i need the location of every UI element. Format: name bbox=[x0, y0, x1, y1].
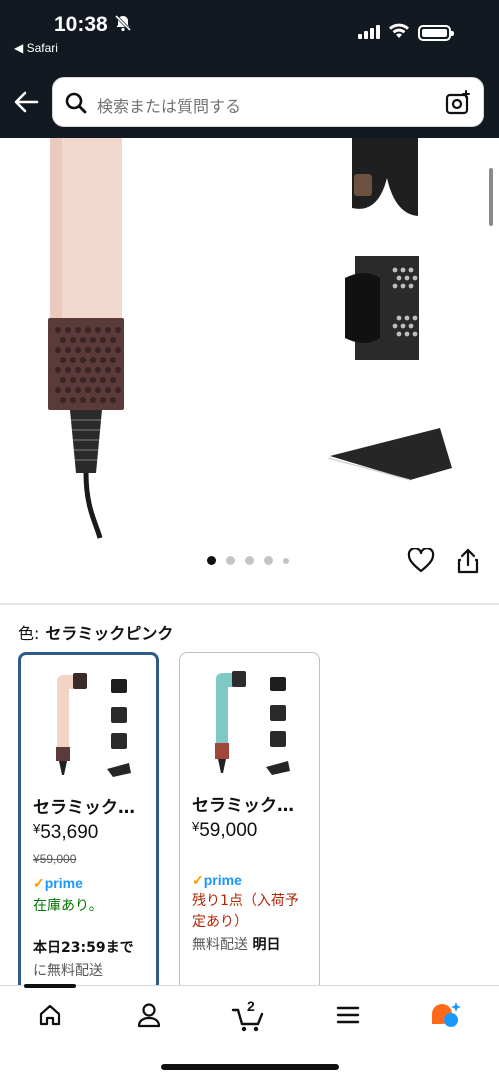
pagination-dot[interactable] bbox=[207, 556, 216, 565]
image-pagination[interactable] bbox=[207, 556, 289, 565]
account-icon bbox=[137, 1002, 161, 1032]
variant-price: ¥53,690 bbox=[33, 821, 99, 843]
pagination-dot[interactable] bbox=[245, 556, 254, 565]
variant-card-ceramic-pink[interactable]: セラミック… ¥53,690 ¥59,000 ✓prime 在庫あり。 本日23… bbox=[18, 652, 159, 992]
variant-title: セラミック… bbox=[33, 798, 135, 818]
share-icon[interactable] bbox=[457, 548, 479, 578]
home-indicator bbox=[161, 1064, 339, 1070]
cart-count-badge: 2 bbox=[247, 998, 255, 1014]
heart-icon[interactable] bbox=[407, 547, 435, 578]
active-tab-indicator bbox=[24, 984, 76, 988]
scroll-indicator bbox=[489, 168, 493, 226]
cart-icon: 2 bbox=[231, 998, 267, 1032]
tab-menu[interactable] bbox=[328, 1000, 368, 1034]
top-bar: 10:38 ◀ Safari 検索または質問する bbox=[0, 0, 499, 138]
delivery-info: 本日23:59まで に無料配送 bbox=[33, 940, 134, 979]
wifi-icon bbox=[388, 23, 410, 43]
search-icon bbox=[65, 92, 87, 118]
prime-badge: ✓prime bbox=[33, 875, 83, 891]
pagination-dot[interactable] bbox=[226, 556, 235, 565]
tab-cart[interactable]: 2 bbox=[229, 998, 269, 1034]
back-to-safari-link[interactable]: ◀ Safari bbox=[14, 41, 58, 55]
silent-bell-icon bbox=[114, 14, 132, 36]
variant-title: セラミック… bbox=[192, 796, 294, 816]
stock-status: 在庫あり。 bbox=[33, 898, 103, 914]
rufus-assistant-icon bbox=[429, 1000, 463, 1034]
camera-search-icon[interactable] bbox=[445, 90, 471, 120]
variant-card-ceramic-patina[interactable]: セラミック… ¥59,000 ✓prime 残り1点（入荷予定あり） 無料配送 … bbox=[179, 652, 320, 992]
pagination-dot[interactable] bbox=[283, 557, 289, 564]
back-arrow-icon[interactable] bbox=[13, 90, 39, 118]
variant-thumbnail bbox=[215, 671, 290, 775]
status-time: 10:38 bbox=[54, 13, 108, 36]
search-input[interactable]: 検索または質問する bbox=[97, 93, 241, 117]
variant-thumbnail bbox=[56, 673, 131, 777]
tab-home[interactable] bbox=[30, 1000, 70, 1034]
battery-icon bbox=[418, 25, 454, 41]
search-bar[interactable]: 検索または質問する bbox=[52, 77, 484, 127]
variant-list-price: ¥59,000 bbox=[33, 852, 77, 866]
variant-price: ¥59,000 bbox=[192, 819, 258, 841]
section-divider bbox=[0, 603, 499, 605]
cellular-signal-icon bbox=[358, 24, 380, 43]
product-image-gallery[interactable] bbox=[0, 138, 499, 603]
status-icons bbox=[358, 23, 454, 43]
selected-color-value: セラミックピンク bbox=[45, 624, 174, 643]
pagination-dot[interactable] bbox=[264, 556, 273, 565]
tab-rufus[interactable] bbox=[426, 1000, 466, 1034]
delivery-info: 無料配送 明日 bbox=[192, 937, 281, 953]
tab-account[interactable] bbox=[129, 1000, 169, 1034]
menu-icon bbox=[336, 1005, 360, 1029]
product-image bbox=[48, 138, 452, 539]
stock-status: 残り1点（入荷予定あり） bbox=[192, 893, 299, 930]
home-icon bbox=[38, 1003, 62, 1031]
color-selector-label: 色: セラミックピンク bbox=[18, 620, 173, 644]
prime-badge: ✓prime bbox=[192, 872, 242, 888]
color-label: 色: bbox=[18, 624, 40, 643]
